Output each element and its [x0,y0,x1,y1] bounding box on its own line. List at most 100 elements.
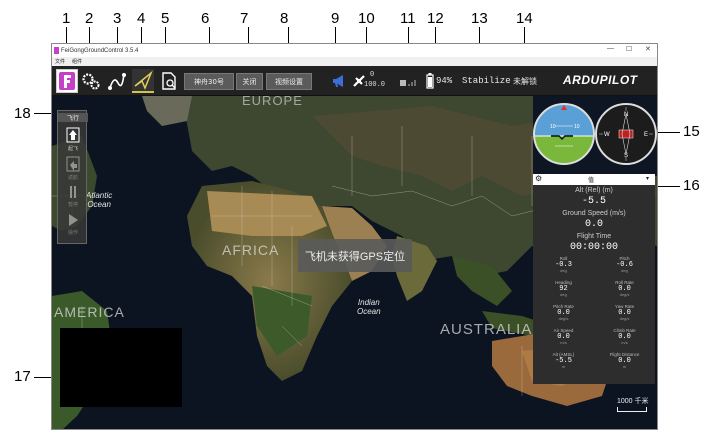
vehicle-setup-button[interactable] [80,69,102,93]
instrument-widget: 10 10 N E S W [533,96,657,176]
flight-time-label: Flight Time [576,233,612,240]
alt-rel-value: -5.5 [581,196,606,207]
callout-14: 14 [516,10,533,27]
gears-icon [82,73,100,90]
callout-8: 8 [280,10,289,27]
callout-5: 5 [161,10,170,27]
app-logo-icon [59,72,75,90]
callout-11: 11 [400,10,416,27]
callout-4: 4 [137,10,146,27]
waypoint-path-icon [108,73,126,90]
alt-rel-label: Alt (Rel) (m) [575,187,613,194]
pause-icon [70,186,76,198]
callout-18: 18 [14,105,31,122]
play-icon [69,214,78,226]
menu-bar: 文件 组件 [52,57,657,66]
main-toolbar: 神舟30号 关闭 视频设置 0 100.0 94% Stabilize 未解锁 … [52,66,657,96]
callout-2: 2 [85,10,94,27]
flight-mode-selector[interactable]: Stabilize [462,76,511,86]
callout-9: 9 [331,10,340,27]
flight-tools-title: 飞行 [58,113,88,122]
alt-amsl-cell: Alt (AMSL) -5.5 m [552,352,575,369]
video-window[interactable] [60,328,182,407]
callout-15: 15 [683,123,700,140]
roll-cell: Roll -0.3 deg [555,256,572,273]
ground-speed-value: 0.0 [584,219,603,230]
link-value: 0 [370,71,375,79]
app-logo-button[interactable] [56,69,78,93]
rc-signal-icon [400,80,416,86]
minimize-button[interactable]: — [607,45,614,52]
label-atlantic: Atlantic Ocean [86,191,113,209]
battery-status[interactable] [425,69,435,93]
climb-rate-cell: Climb Rate 0.0 m/s [613,328,636,345]
values-panel: ⚙ 值 ▾ Alt (Rel) (m) -5.5 Ground Speed (m… [533,174,655,384]
pause-button[interactable]: 暂停 [58,185,88,208]
close-button[interactable]: ✕ [645,45,651,53]
menu-file[interactable]: 文件 [55,58,65,65]
arm-status[interactable]: 未解锁 [513,76,537,87]
air-speed-cell: Air Speed 0.0 m/s [553,328,574,345]
values-header: ⚙ 值 ▾ [533,174,655,185]
yaw-rate-cell: Yaw Rate 0.0 deg/s [614,304,635,321]
ardupilot-logo: ARDUPILOT [563,73,638,87]
messages-button[interactable] [328,69,350,93]
label-america: AMERICA [54,304,125,320]
values-selector[interactable]: 值 [588,175,594,184]
megaphone-icon [333,75,343,87]
label-australia: AUSTRALIA [440,321,533,338]
video-settings-button[interactable]: 视频设置 [266,73,312,90]
callout-12: 12 [427,10,444,27]
document-search-icon [162,72,176,90]
maximize-button[interactable]: ☐ [626,45,632,53]
gps-warning-message: 飞机未获得GPS定位 [298,239,412,272]
compass-indicator: N E S W [595,103,657,165]
analyze-view-button[interactable] [158,69,180,93]
callout-7: 7 [240,10,249,27]
close-toggle-button[interactable]: 关闭 [236,73,263,90]
callout-16: 16 [683,177,700,194]
paper-plane-icon [134,70,153,90]
title-bar: FeiGongGroundControl 3.5.4 — ☐ ✕ [52,44,657,57]
flight-time-value: 00:00:00 [569,242,618,253]
roll-rate-cell: Roll Rate 0.0 deg/s [615,280,634,297]
heading-cell: Heading 92 deg [555,280,572,297]
window-title: FeiGongGroundControl 3.5.4 [61,47,139,54]
takeoff-icon [66,127,80,143]
app-icon [54,47,59,54]
return-button[interactable]: 返航 [58,156,88,181]
svg-text:W: W [604,132,610,138]
callout-13: 13 [471,10,488,27]
app-window: FeiGongGroundControl 3.5.4 — ☐ ✕ 文件 组件 神… [51,43,658,430]
map-scale: 1000 千米 [617,396,649,412]
gear-icon[interactable]: ⚙ [535,174,542,183]
actions-button[interactable]: 操作 [58,213,88,236]
flight-instruments: 10 10 N E S W [533,96,657,176]
rc-rssi-status[interactable] [397,69,419,93]
pitch-cell: Pitch -0.6 deg [616,256,633,273]
callout-10: 10 [358,10,375,27]
return-home-icon [66,156,80,172]
scale-bar [617,407,647,412]
callout-3: 3 [113,10,122,27]
svg-text:10: 10 [574,124,580,130]
plan-view-button[interactable] [106,69,128,93]
link-value-secondary: 100.0 [364,81,386,89]
label-europe: EUROPE [242,96,303,108]
callout-6: 6 [201,10,210,27]
vehicle-select-button[interactable]: 神舟30号 [184,73,234,90]
ground-speed-label: Ground Speed (m/s) [562,210,626,217]
pitch-rate-cell: Pitch Rate 0.0 deg/s [553,304,574,321]
takeoff-button[interactable]: 起飞 [58,127,88,152]
map-view[interactable]: EUROPE Atlantic Ocean AFRICA Indian Ocea… [52,96,657,429]
flight-distance-cell: Flight Distance 0.0 m [609,352,640,369]
label-africa: AFRICA [222,242,280,258]
svg-text:E: E [644,132,648,138]
battery-icon [426,73,434,89]
flight-tools-panel: 飞行 起飞 返航 暂停 操作 [57,110,88,244]
svg-text:10: 10 [550,124,556,130]
callout-17: 17 [14,368,31,385]
chevron-down-icon[interactable]: ▾ [646,175,649,182]
menu-widgets[interactable]: 组件 [72,58,82,65]
fly-view-button[interactable] [132,69,154,93]
